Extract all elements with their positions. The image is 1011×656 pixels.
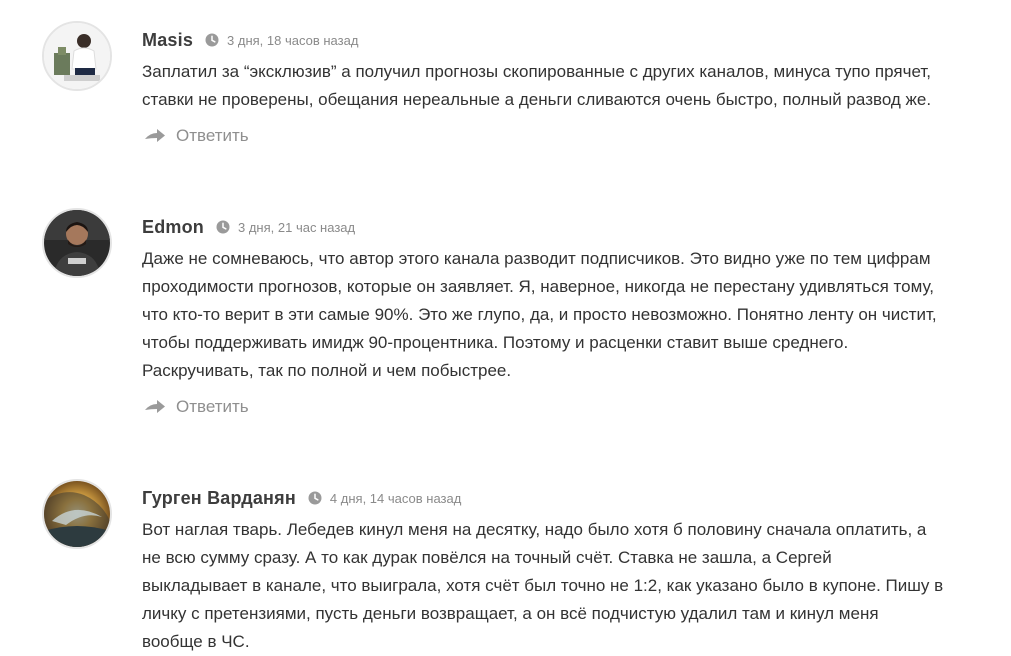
avatar-image bbox=[44, 210, 110, 276]
reply-button[interactable]: Ответить bbox=[144, 395, 249, 419]
comment-text: Заплатил за “эксклюзив” а получил прогно… bbox=[142, 58, 982, 114]
comment-text: Вот наглая тварь. Лебедев кинул меня на … bbox=[142, 516, 982, 656]
comment-line: вообще в ЧС. bbox=[142, 632, 250, 651]
comment-line: проходимости прогнозов, которые он заявл… bbox=[142, 277, 935, 296]
reply-arrow-icon bbox=[145, 129, 165, 142]
comment-line: выкладывает в канале, что выиграла, хотя… bbox=[142, 576, 944, 595]
comment-line: Заплатил за “эксклюзив” а получил прогно… bbox=[142, 62, 931, 81]
comment-author[interactable]: Masis bbox=[142, 30, 193, 51]
comment-author[interactable]: Edmon bbox=[142, 217, 204, 238]
avatar[interactable] bbox=[42, 208, 112, 278]
comment-line: Даже не сомневаюсь, что автор этого кана… bbox=[142, 249, 931, 268]
clock-icon bbox=[205, 33, 219, 47]
comment-line: личку с претензиями, пусть деньги возвра… bbox=[142, 604, 879, 623]
comment-line: Раскручивать, так по полной и чем побыст… bbox=[142, 361, 512, 380]
reply-button[interactable]: Ответить bbox=[144, 124, 249, 148]
avatar-image bbox=[44, 23, 110, 89]
comment-line: чтобы поддерживать имидж 90-процентника.… bbox=[142, 333, 849, 352]
avatar[interactable] bbox=[42, 479, 112, 549]
clock-icon bbox=[308, 491, 322, 505]
clock-icon bbox=[216, 220, 230, 234]
comment-line: что кто-то верит в эти самые 90%. Это же… bbox=[142, 305, 937, 324]
reply-arrow-icon bbox=[145, 400, 165, 413]
avatar[interactable] bbox=[42, 21, 112, 91]
comment-line: не всю сумму сразу. А то как дурак повёл… bbox=[142, 548, 832, 567]
comment-date[interactable]: 4 дня, 14 часов назад bbox=[330, 491, 461, 506]
comment-line: Вот наглая тварь. Лебедев кинул меня на … bbox=[142, 520, 927, 539]
comment-author[interactable]: Гурген Варданян bbox=[142, 488, 296, 509]
comment-date[interactable]: 3 дня, 21 час назад bbox=[238, 220, 355, 235]
comment-text: Даже не сомневаюсь, что автор этого кана… bbox=[142, 245, 982, 385]
comment-date[interactable]: 3 дня, 18 часов назад bbox=[227, 33, 358, 48]
avatar-image bbox=[44, 481, 110, 547]
reply-label: Ответить bbox=[176, 397, 249, 416]
reply-label: Ответить bbox=[176, 126, 249, 145]
comment-line: ставки не проверены, обещания нереальные… bbox=[142, 90, 932, 109]
